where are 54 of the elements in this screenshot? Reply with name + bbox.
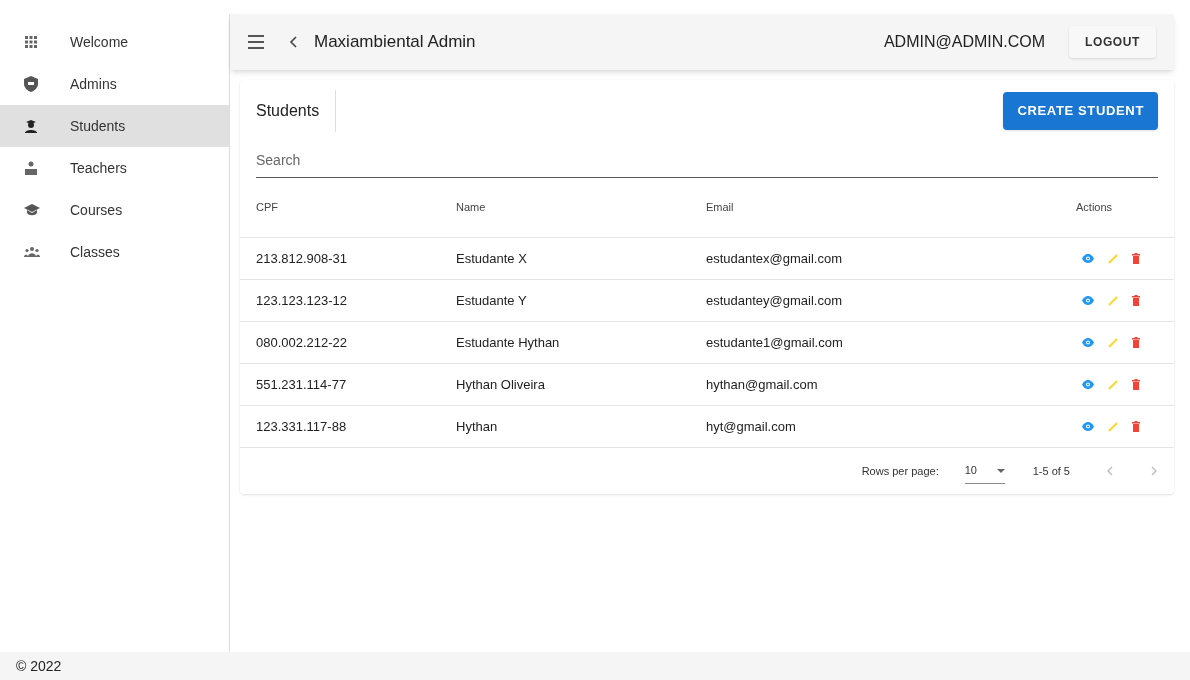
user-email: ADMIN@ADMIN.COM: [883, 32, 1046, 52]
back-icon[interactable]: [288, 35, 298, 49]
table-cell-text: Estudante Hythan: [456, 333, 561, 352]
table-cell-text: 123.331.117-88: [256, 417, 348, 436]
delete-icon[interactable]: [1132, 295, 1140, 306]
column-header: Email: [706, 200, 735, 216]
table-cell-text: 213.812.908-31: [256, 249, 349, 268]
rows-per-page-select[interactable]: 10: [964, 458, 1005, 484]
student-icon: [24, 119, 38, 133]
sidebar-item[interactable]: Students: [0, 105, 229, 147]
table-cell-text: estudantex@gmail.com: [706, 249, 844, 268]
delete-icon[interactable]: [1132, 253, 1140, 264]
card-title: Students: [256, 90, 337, 132]
teacher-icon: [24, 161, 38, 175]
table-cell-text: Hythan Oliveira: [456, 375, 546, 394]
column-header: CPF: [256, 200, 279, 216]
table-cell-text: hyt@gmail.com: [706, 417, 797, 436]
graduation-cap-icon: [24, 204, 40, 216]
table-cell-text: Estudante Y: [456, 291, 528, 310]
copyright-text: © 2022: [16, 656, 62, 676]
sidebar-item[interactable]: Classes: [0, 231, 229, 273]
table-cell-text: hythan@gmail.com: [706, 375, 819, 394]
delete-icon[interactable]: [1132, 337, 1140, 348]
menu-icon[interactable]: [248, 35, 264, 49]
app-title: Maxiambiental Admin: [314, 31, 476, 54]
grid-icon: [24, 35, 38, 49]
table-cell-text: 551.231.114-77: [256, 375, 348, 394]
caret-icon: [996, 468, 1005, 473]
table-cell-text: estudantey@gmail.com: [706, 291, 844, 310]
column-header: Actions: [1075, 200, 1113, 216]
shield-icon: [24, 76, 38, 92]
logout-button[interactable]: LOGOUT: [1069, 26, 1156, 58]
view-icon[interactable]: [1082, 296, 1094, 305]
table-cell-text: estudante1@gmail.com: [706, 333, 844, 352]
search-field[interactable]: Search: [256, 144, 1158, 178]
table-cell-text: Estudante X: [456, 249, 528, 268]
delete-icon[interactable]: [1132, 379, 1140, 390]
view-icon[interactable]: [1082, 422, 1094, 431]
sidebar-item[interactable]: Welcome: [0, 21, 229, 63]
table-cell-text: 080.002.212-22: [256, 333, 349, 352]
create-student-button[interactable]: CREATE STUDENT: [1003, 92, 1158, 130]
table-cell-text: 123.123.123-12: [256, 291, 349, 310]
sidebar-item[interactable]: Courses: [0, 189, 229, 231]
sidebar-item[interactable]: Teachers: [0, 147, 229, 189]
table-cell-text: Hythan: [456, 417, 499, 436]
rows-per-page-label: Rows per page:: [861, 463, 939, 479]
view-icon[interactable]: [1082, 380, 1094, 389]
page-range: 1-5 of 5: [1032, 463, 1070, 479]
view-icon[interactable]: [1082, 338, 1094, 347]
sidebar-item[interactable]: Admins: [0, 63, 229, 105]
view-icon[interactable]: [1082, 254, 1094, 263]
group-icon: [24, 247, 40, 257]
delete-icon[interactable]: [1132, 421, 1140, 432]
column-header: Name: [456, 200, 487, 216]
